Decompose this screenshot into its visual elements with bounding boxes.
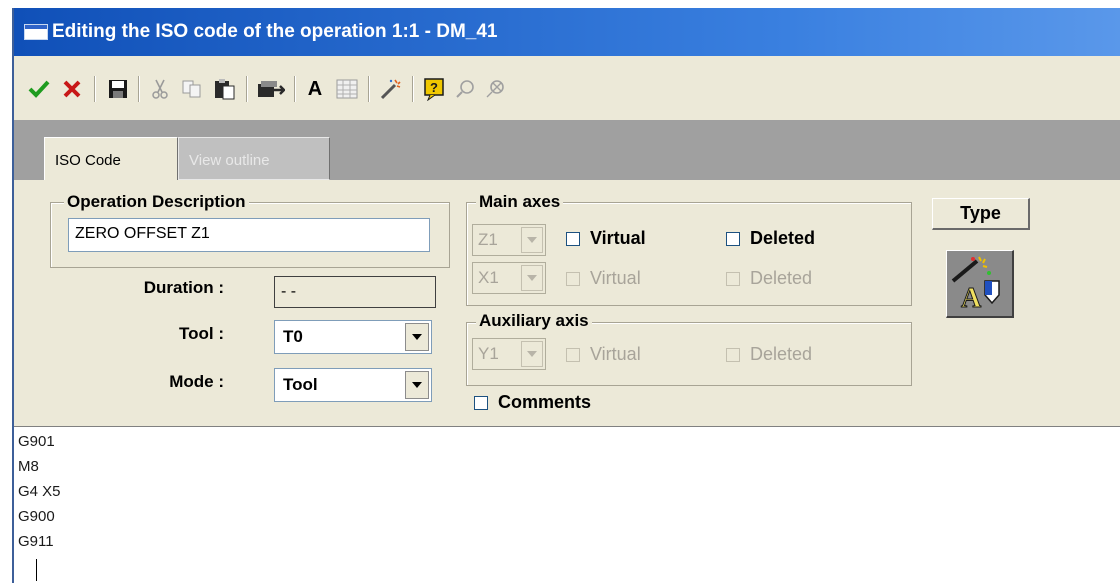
- toolbar-separator: [368, 76, 370, 102]
- check-icon[interactable]: [26, 74, 52, 104]
- zoom-in-icon[interactable]: [454, 74, 478, 104]
- export-icon[interactable]: [256, 74, 286, 104]
- font-icon[interactable]: A: [304, 74, 326, 104]
- help-icon[interactable]: ?: [422, 74, 448, 104]
- code-line: G901: [18, 433, 55, 450]
- tab-view-outline[interactable]: View outline: [178, 137, 330, 180]
- main-axis-2-value: X1: [478, 268, 499, 287]
- wand-icon[interactable]: [378, 74, 404, 104]
- main-axis-2-select[interactable]: X1: [472, 262, 546, 294]
- virtual-checkbox-1[interactable]: Virtual: [566, 228, 646, 249]
- save-icon[interactable]: [106, 74, 130, 104]
- main-axis-1-select[interactable]: Z1: [472, 224, 546, 256]
- tab-iso-code[interactable]: ISO Code: [44, 137, 178, 180]
- mode-value: Tool: [283, 375, 318, 394]
- chevron-down-icon[interactable]: [405, 323, 429, 351]
- tab-strip: ISO Code View outline: [14, 120, 1120, 180]
- toolbar-separator: [294, 76, 296, 102]
- copy-icon[interactable]: [180, 74, 204, 104]
- deleted-label-1: Deleted: [750, 228, 816, 248]
- zoom-out-icon[interactable]: [484, 74, 508, 104]
- description-input[interactable]: ZERO OFFSET Z1: [68, 218, 430, 252]
- svg-text:A: A: [961, 283, 982, 314]
- toolbar-separator: [94, 76, 96, 102]
- mode-select[interactable]: Tool: [274, 368, 432, 402]
- toolbar-separator: [138, 76, 140, 102]
- operation-panel: Operation Description ZERO OFFSET Z1 Dur…: [14, 180, 1120, 426]
- operation-description-title: Operation Description: [64, 192, 249, 212]
- comments-checkbox[interactable]: Comments: [474, 392, 591, 413]
- checkbox-box: [566, 347, 580, 362]
- code-line: G911: [18, 533, 54, 550]
- aux-virtual-label: Virtual: [590, 344, 641, 364]
- editor-window: Editing the ISO code of the operation 1:…: [12, 8, 1120, 583]
- main-axis-1-value: Z1: [478, 230, 498, 249]
- window-icon: [24, 24, 48, 40]
- duration-label: Duration :: [143, 278, 224, 297]
- checkbox-box: [566, 231, 580, 246]
- checkbox-box: [474, 395, 488, 410]
- chevron-down-icon[interactable]: [405, 371, 429, 399]
- tool-value: T0: [283, 327, 303, 346]
- paste-icon[interactable]: [212, 74, 238, 104]
- chevron-down-icon: [521, 341, 543, 367]
- window-title: Editing the ISO code of the operation 1:…: [52, 21, 498, 42]
- virtual-checkbox-2[interactable]: Virtual: [566, 268, 641, 289]
- toolbar-separator: [246, 76, 248, 102]
- comments-label: Comments: [498, 392, 592, 412]
- chevron-down-icon: [521, 227, 543, 253]
- aux-deleted-checkbox[interactable]: Deleted: [726, 344, 812, 365]
- checkbox-box: [566, 271, 580, 286]
- cross-icon[interactable]: [60, 74, 84, 104]
- mode-label: Mode :: [169, 372, 224, 391]
- deleted-checkbox-1[interactable]: Deleted: [726, 228, 815, 249]
- code-line: G900: [18, 508, 55, 525]
- deleted-label-2: Deleted: [750, 268, 813, 288]
- virtual-label-2: Virtual: [590, 268, 641, 288]
- main-axes-title: Main axes: [476, 192, 564, 212]
- aux-virtual-checkbox[interactable]: Virtual: [566, 344, 641, 365]
- cut-icon[interactable]: [148, 74, 172, 104]
- grid-icon[interactable]: [334, 74, 360, 104]
- checkbox-box: [726, 347, 740, 362]
- chevron-down-icon: [521, 265, 543, 291]
- svg-text:?: ?: [430, 80, 438, 95]
- toolbar-separator: [412, 76, 414, 102]
- checkbox-box: [726, 231, 740, 246]
- toolbar: A ?: [14, 56, 1120, 121]
- auxiliary-axis-title: Auxiliary axis: [476, 311, 592, 331]
- type-button[interactable]: Type: [932, 198, 1030, 230]
- iso-code-editor[interactable]: G901 M8 G4 X5 G900 G911: [14, 426, 1120, 583]
- type-wizard-icon[interactable]: A: [946, 250, 1014, 318]
- deleted-checkbox-2[interactable]: Deleted: [726, 268, 812, 289]
- virtual-label-1: Virtual: [590, 228, 646, 248]
- aux-axis-value: Y1: [478, 344, 499, 363]
- tool-label: Tool :: [179, 324, 224, 343]
- duration-field: - -: [274, 276, 436, 308]
- code-line: M8: [18, 458, 39, 475]
- checkbox-box: [726, 271, 740, 286]
- code-line: G4 X5: [18, 483, 61, 500]
- title-bar[interactable]: Editing the ISO code of the operation 1:…: [14, 8, 1120, 56]
- tool-select[interactable]: T0: [274, 320, 432, 354]
- text-caret: [36, 559, 37, 581]
- aux-axis-select[interactable]: Y1: [472, 338, 546, 370]
- aux-deleted-label: Deleted: [750, 344, 813, 364]
